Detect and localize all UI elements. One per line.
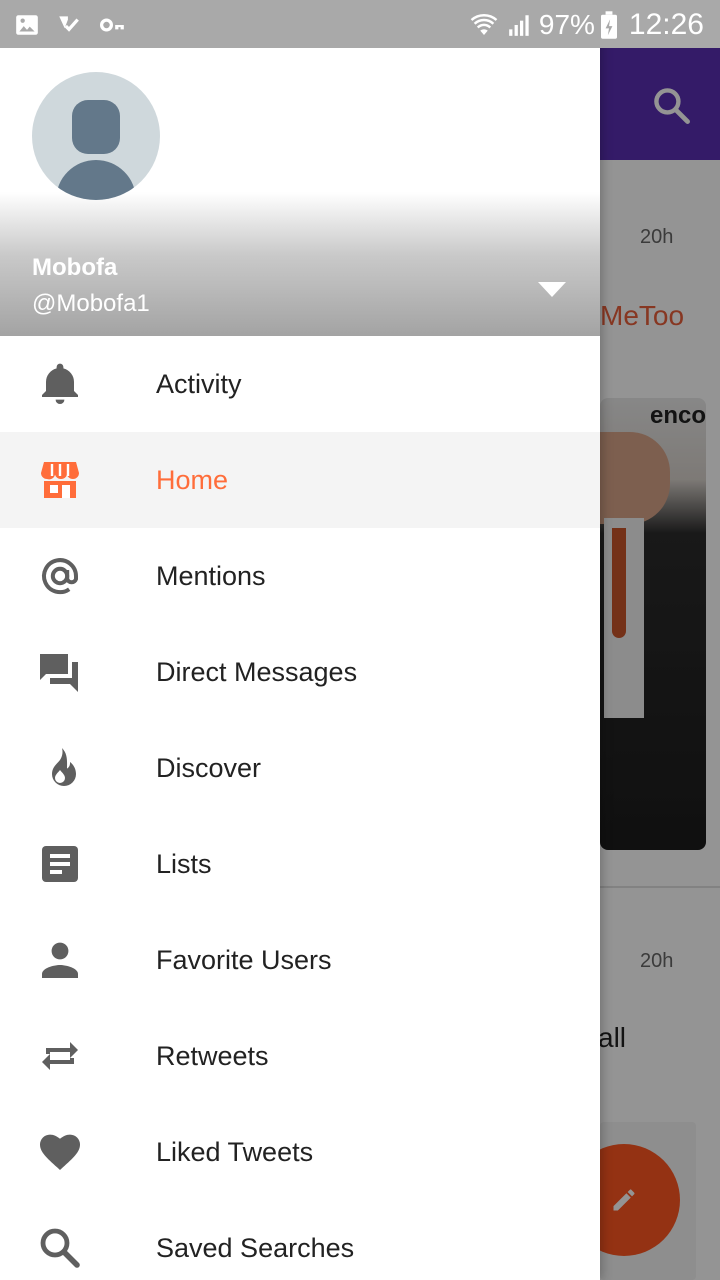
battery-percent: 97% (538, 9, 595, 40)
menu-item-saved-searches[interactable]: Saved Searches (0, 1200, 600, 1280)
menu-label: Activity (156, 369, 242, 399)
drawer-menu: Activity Home Mentions Direct Messages D… (0, 336, 600, 1280)
menu-item-discover[interactable]: Discover (0, 720, 600, 816)
person-icon (42, 942, 78, 978)
menu-item-activity[interactable]: Activity (0, 336, 600, 432)
menu-label: Direct Messages (156, 657, 358, 687)
menu-item-lists[interactable]: Lists (0, 816, 600, 912)
user-handle: @Mobofa1 (32, 290, 150, 317)
menu-label: Lists (156, 849, 212, 879)
menu-item-direct-messages[interactable]: Direct Messages (0, 624, 600, 720)
menu-item-retweets[interactable]: Retweets (0, 1008, 600, 1104)
list-icon (42, 846, 78, 882)
menu-label: Liked Tweets (156, 1137, 314, 1167)
repeat-icon (42, 1042, 78, 1070)
bell-icon (42, 363, 78, 404)
flame-icon (52, 748, 76, 786)
menu-item-favorite-users[interactable]: Favorite Users (0, 912, 600, 1008)
store-icon (41, 462, 79, 498)
signal-icon (509, 15, 529, 36)
menu-label: Retweets (156, 1041, 269, 1071)
check-icon (59, 16, 79, 32)
menu-item-liked-tweets[interactable]: Liked Tweets (0, 1104, 600, 1200)
battery-charging-icon (600, 11, 617, 39)
menu-label: Home (156, 465, 229, 495)
menu-item-mentions[interactable]: Mentions (0, 528, 600, 624)
menu-label: Favorite Users (156, 945, 332, 975)
menu-item-home[interactable]: Home (0, 432, 600, 528)
avatar-head (72, 100, 120, 154)
drawer-header: Mobofa @Mobofa1 (0, 48, 600, 336)
user-display-name: Mobofa (32, 254, 118, 281)
image-icon (16, 15, 38, 35)
menu-label: Mentions (156, 561, 266, 591)
navigation-drawer: Mobofa @Mobofa1 Activity Home Mentions D… (0, 0, 600, 1280)
key-icon (100, 18, 124, 32)
menu-label: Saved Searches (156, 1233, 355, 1263)
account-dropdown-icon[interactable] (536, 280, 568, 300)
wifi-icon (470, 13, 498, 35)
at-icon (42, 558, 78, 595)
avatar-body (56, 160, 136, 200)
status-bar: 97% 12:26 (0, 0, 720, 48)
avatar[interactable] (32, 72, 160, 200)
menu-label: Discover (156, 753, 262, 783)
search-icon (40, 1228, 80, 1268)
heart-icon (40, 1134, 80, 1170)
clock: 12:26 (628, 8, 704, 41)
chat-icon (40, 654, 78, 692)
